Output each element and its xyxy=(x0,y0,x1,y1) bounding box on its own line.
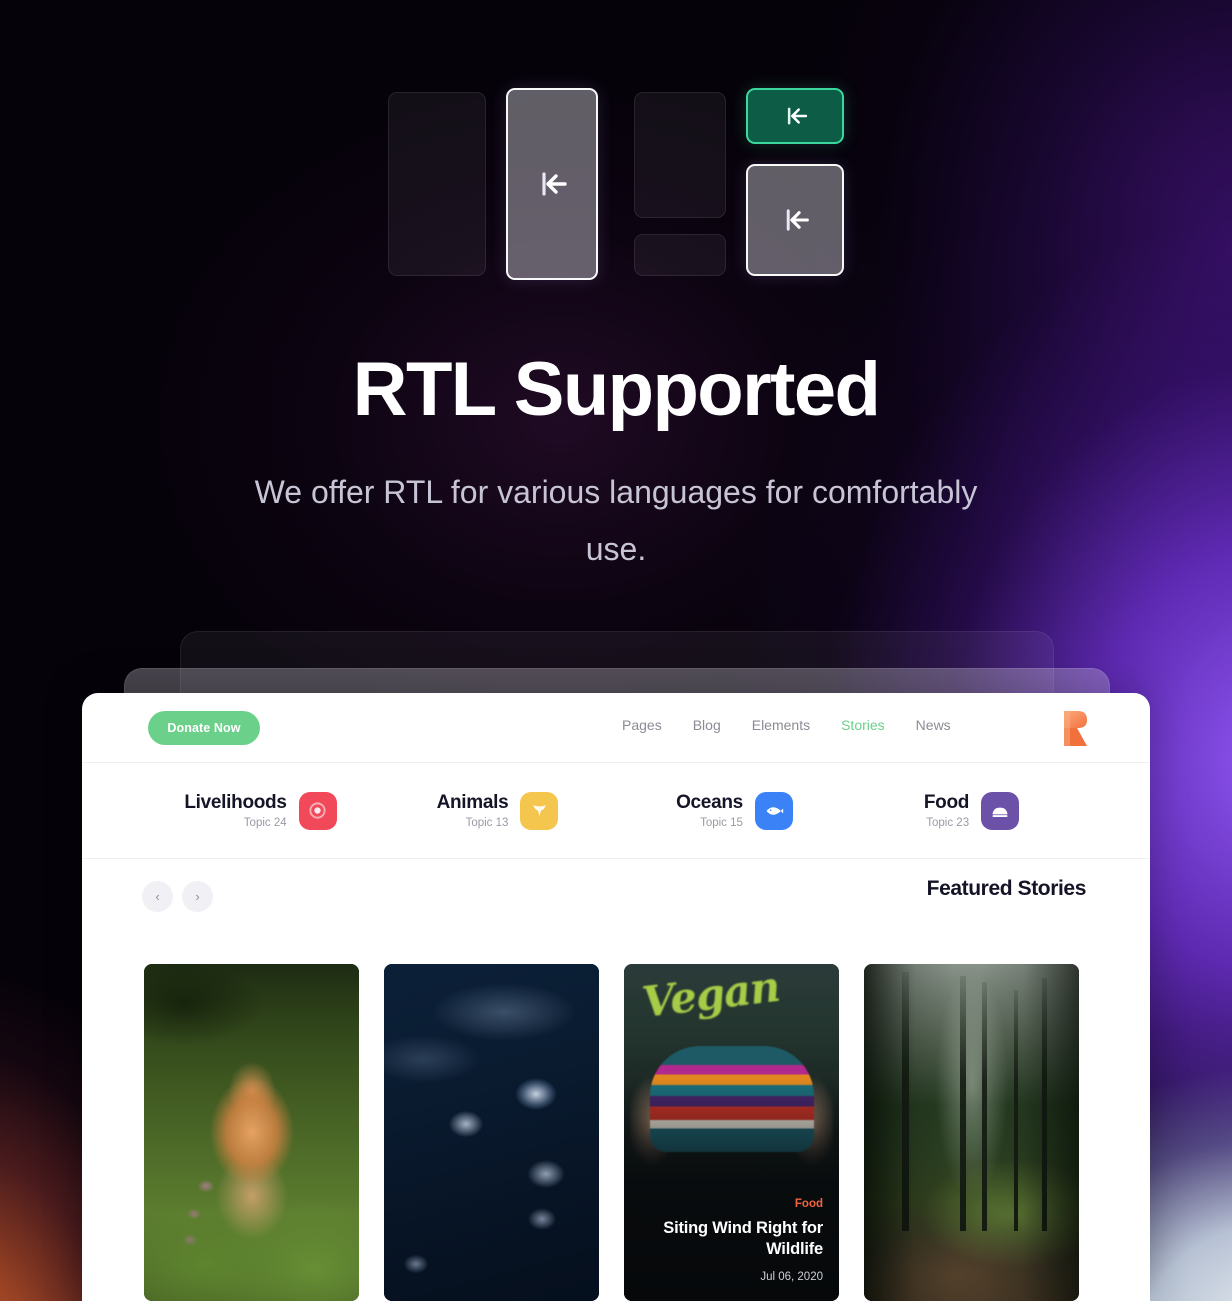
rtl-arrow-icon xyxy=(787,107,807,125)
site-navbar: Donate Now Pages Blog Elements Stories N… xyxy=(82,693,1150,763)
story-date: Jul 06, 2020 xyxy=(760,1271,823,1283)
nav-link-elements[interactable]: Elements xyxy=(752,717,810,733)
story-card-vegan[interactable]: Vegan Food Siting Wind Right for Wildlif… xyxy=(624,964,839,1301)
story-category: Food xyxy=(794,1197,823,1210)
category-title: Livelihoods xyxy=(184,792,287,814)
donate-now-button[interactable]: Donate Now xyxy=(148,711,260,745)
category-text: Animals Topic 13 xyxy=(437,792,509,829)
bull-head-icon xyxy=(520,791,559,830)
carousel-prev-button[interactable]: ‹ xyxy=(142,881,173,912)
website-preview-card: Donate Now Pages Blog Elements Stories N… xyxy=(82,693,1150,1301)
fox-photo xyxy=(144,964,359,1301)
category-title: Oceans xyxy=(676,792,743,814)
rtl-arrow-icon xyxy=(786,209,809,231)
story-card-jellyfish[interactable] xyxy=(384,964,599,1301)
category-topic: Topic 13 xyxy=(465,816,509,829)
category-topic: Topic 15 xyxy=(700,816,743,829)
page-root: RTL Supported We offer RTL for various l… xyxy=(0,0,1232,1301)
page-title: RTL Supported xyxy=(352,347,881,432)
illustration-block-plain-short xyxy=(634,234,726,276)
featured-header-row: ‹ › Featured Stories xyxy=(82,859,1150,931)
page-subtitle: We offer RTL for various languages for c… xyxy=(254,474,978,567)
forest-vignette xyxy=(864,964,1079,1301)
category-topic: Topic 23 xyxy=(926,816,970,829)
category-animals[interactable]: Animals Topic 13 xyxy=(379,763,616,858)
food-cover-icon xyxy=(981,791,1020,830)
story-meta: Food Siting Wind Right for Wildlife Jul … xyxy=(640,1198,823,1283)
carousel-nav: ‹ › xyxy=(142,881,213,912)
featured-stories-title: Featured Stories xyxy=(926,877,1087,900)
nav-link-news[interactable]: News xyxy=(916,717,951,733)
story-card-forest[interactable] xyxy=(864,964,1079,1301)
illustration-block-plain-top xyxy=(634,92,726,218)
nav-link-stories[interactable]: Stories xyxy=(841,717,885,733)
category-livelihoods[interactable]: Livelihoods Topic 24 xyxy=(142,763,379,858)
fish-icon xyxy=(754,791,793,830)
story-card-fox[interactable] xyxy=(144,964,359,1301)
category-strip: Livelihoods Topic 24 Animals Topic 13 Oc… xyxy=(82,763,1150,859)
site-nav-links: Pages Blog Elements Stories News xyxy=(622,717,951,733)
featured-stories-list: Vegan Food Siting Wind Right for Wildlif… xyxy=(144,964,1079,1301)
carousel-next-button[interactable]: › xyxy=(182,881,213,912)
nav-link-blog[interactable]: Blog xyxy=(693,717,721,733)
category-food[interactable]: Food Topic 23 xyxy=(853,763,1090,858)
story-title: Siting Wind Right for Wildlife xyxy=(663,1218,823,1258)
category-text: Oceans Topic 15 xyxy=(676,792,743,829)
nav-link-pages[interactable]: Pages xyxy=(622,717,662,733)
forest-photo xyxy=(864,964,1079,1301)
jellyfish-photo xyxy=(384,964,599,1301)
category-oceans[interactable]: Oceans Topic 15 xyxy=(616,763,853,858)
vegan-shirt-text: Vegan xyxy=(639,964,783,1028)
illustration-block-rtl-light xyxy=(746,164,844,276)
brand-logo-r-icon[interactable] xyxy=(1062,709,1088,747)
rtl-arrow-icon xyxy=(542,172,567,196)
category-topic: Topic 24 xyxy=(243,816,287,829)
illustration-block-rtl-green xyxy=(746,88,844,144)
illustration-block-rtl-tall xyxy=(506,88,598,280)
lifebuoy-icon xyxy=(298,791,337,830)
category-title: Food xyxy=(923,792,970,814)
category-text: Food Topic 23 xyxy=(923,792,970,829)
rtl-illustration xyxy=(388,88,844,284)
category-text: Livelihoods Topic 24 xyxy=(184,792,287,829)
illustration-block-plain-left xyxy=(388,92,486,276)
category-title: Animals xyxy=(436,792,509,814)
